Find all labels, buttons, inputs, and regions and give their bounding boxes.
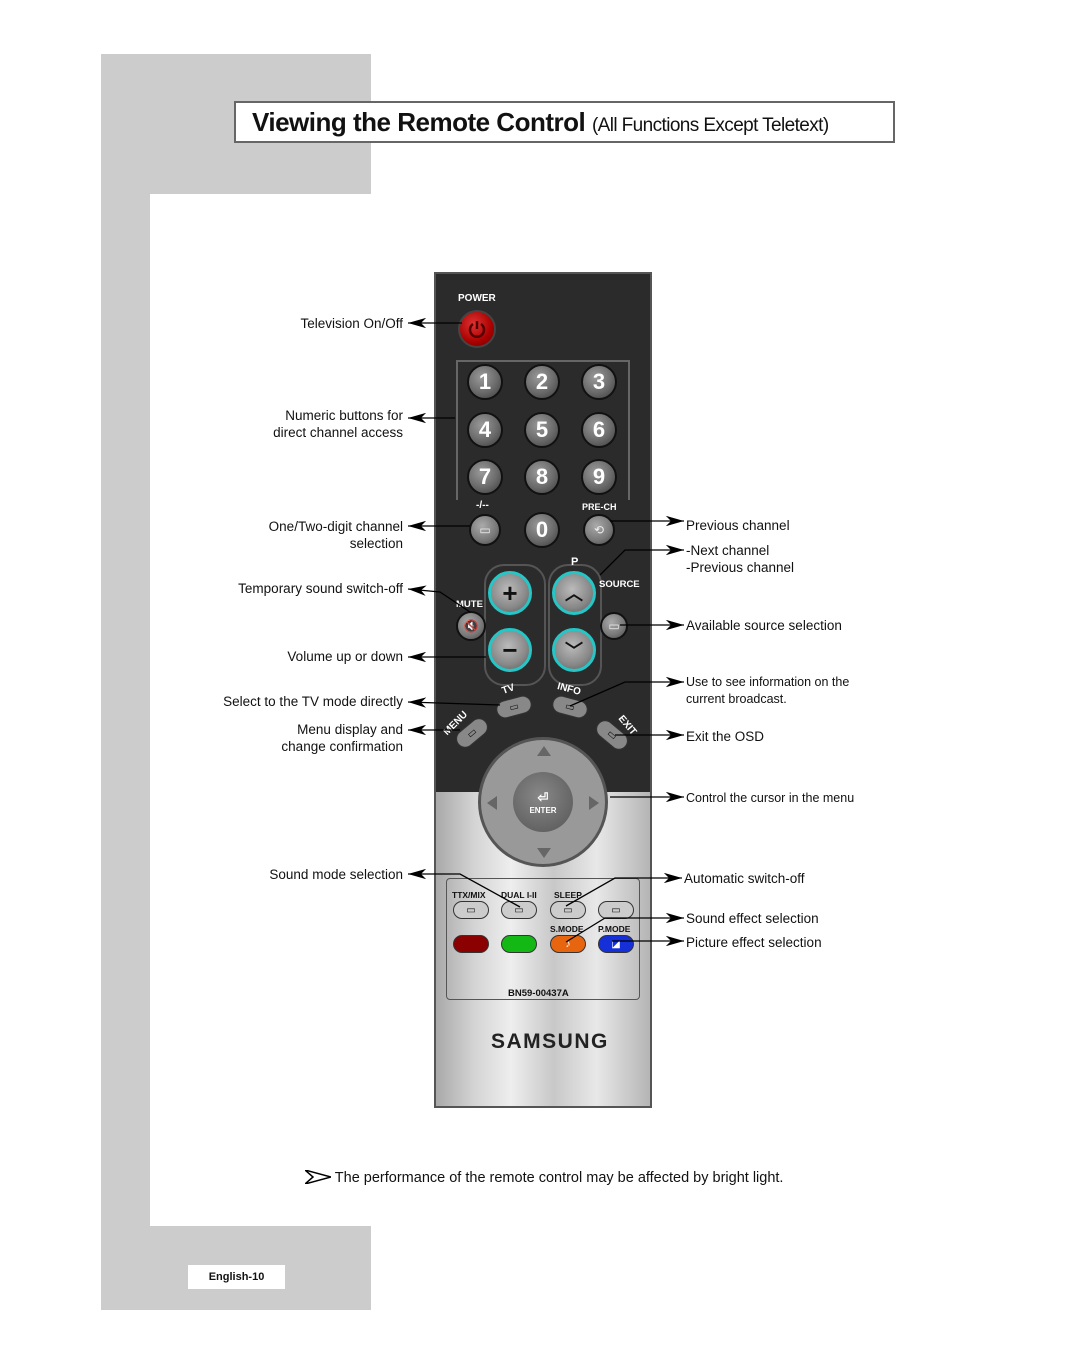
label-numeric: Numeric buttons for direct channel access [273, 408, 403, 440]
mute-button[interactable]: 🔇 [456, 611, 486, 641]
sound-mode-icon: ♪ [565, 938, 571, 950]
picture-mode-icon: ◪ [611, 938, 621, 950]
source-icon: ▭ [608, 619, 620, 633]
tv-icon: ▭ [508, 700, 520, 714]
digit-8-button[interactable]: 8 [524, 459, 560, 495]
model-number: BN59-00437A [508, 988, 569, 999]
digit-5-button[interactable]: 5 [524, 412, 560, 448]
nav-up-button[interactable] [537, 746, 551, 756]
label-picture-effect: Picture effect selection [686, 935, 822, 950]
ttx-mix-button[interactable]: ▭ [453, 901, 489, 919]
digit-6-button[interactable]: 6 [581, 412, 617, 448]
channel-down-button[interactable]: ﹀ [552, 628, 596, 672]
title-subtitle: (All Functions Except Teletext) [591, 115, 829, 136]
digit-2-button[interactable]: 2 [524, 364, 560, 400]
dual-button[interactable]: ▭ [501, 901, 537, 919]
digit-toggle-icon: ▭ [479, 523, 491, 537]
green-button[interactable] [501, 935, 537, 953]
page-number: English-10 [188, 1265, 285, 1289]
power-button[interactable] [458, 310, 496, 348]
exit-icon: ▭ [604, 727, 620, 743]
label-tv: Select to the TV mode directly [223, 694, 403, 709]
label-mute: Temporary sound switch-off [238, 581, 403, 596]
label-menu: Menu display and change confirmation [281, 722, 403, 754]
power-label: POWER [458, 293, 496, 304]
power-icon [468, 321, 486, 338]
teletext-size-button[interactable]: ▭ [598, 901, 634, 919]
volume-up-button[interactable]: + [488, 571, 532, 615]
digit-0-button[interactable]: 0 [524, 512, 560, 548]
pre-ch-button[interactable]: ⟲ [583, 514, 615, 546]
nav-down-button[interactable] [537, 848, 551, 858]
menu-icon: ▭ [464, 725, 480, 741]
brand-logo: SAMSUNG [491, 1030, 609, 1053]
enter-button[interactable]: ⏎ ENTER [513, 772, 573, 832]
mute-icon: 🔇 [463, 619, 479, 633]
digit-1-button[interactable]: 1 [467, 364, 503, 400]
digit-toggle-label: -/-- [476, 500, 489, 511]
note-text: The performance of the remote control ma… [334, 1170, 784, 1186]
p-mode-button[interactable]: ◪ [598, 935, 634, 953]
digit-4-button[interactable]: 4 [467, 412, 503, 448]
source-label: SOURCE [599, 579, 640, 590]
dual-icon: ▭ [514, 904, 524, 916]
label-channel: -Next channel -Previous channel [686, 543, 795, 575]
p-mode-label: P.MODE [598, 924, 631, 934]
red-button[interactable] [453, 935, 489, 953]
chevron-up-icon: ︿ [565, 584, 583, 604]
remote-control: POWER 1 2 3 4 5 6 7 8 9 -/-- ▭ 0 PRE-CH … [434, 272, 652, 1108]
source-button[interactable]: ▭ [600, 612, 628, 640]
note: The performance of the remote control ma… [304, 1169, 784, 1186]
nav-right-button[interactable] [589, 796, 599, 810]
digit-toggle-button[interactable]: ▭ [469, 514, 501, 546]
sleep-icon: ▭ [563, 904, 573, 916]
digit-3-button[interactable]: 3 [581, 364, 617, 400]
label-cursor: Control the cursor in the menu [686, 791, 855, 805]
sleep-button[interactable]: ▭ [550, 901, 586, 919]
page-title: Viewing the Remote Control (All Function… [252, 107, 829, 138]
title-main-text: Viewing the Remote Control [252, 107, 586, 137]
label-source: Available source selection [686, 618, 842, 633]
navigation-pad: ⏎ ENTER [478, 737, 608, 867]
label-pre-ch: Previous channel [686, 518, 790, 533]
label-volume: Volume up or down [287, 649, 403, 664]
sleep-label: SLEEP [554, 890, 582, 900]
page-decoration-side [101, 194, 150, 1226]
page-title-box: Viewing the Remote Control (All Function… [234, 101, 895, 143]
label-sleep: Automatic switch-off [684, 871, 805, 886]
return-icon: ⟲ [593, 523, 605, 537]
ttx-icon: ▭ [466, 904, 476, 916]
channel-up-button[interactable]: ︿ [552, 571, 596, 615]
s-mode-label: S.MODE [550, 924, 584, 934]
label-exit: Exit the OSD [686, 729, 765, 744]
label-info: Use to see information on the current bro… [686, 675, 850, 706]
label-power: Television On/Off [300, 316, 403, 331]
note-arrow-icon [304, 1169, 334, 1185]
pre-ch-label: PRE-CH [582, 502, 617, 512]
digit-9-button[interactable]: 9 [581, 459, 617, 495]
channel-label: P [571, 556, 579, 568]
size-icon: ▭ [611, 904, 621, 916]
volume-down-button[interactable]: − [488, 628, 532, 672]
mute-label: MUTE [456, 599, 483, 610]
label-sound-mode: Sound mode selection [269, 867, 403, 882]
nav-left-button[interactable] [487, 796, 497, 810]
enter-icon: ⏎ [537, 789, 549, 805]
info-icon: ▭ [564, 700, 576, 714]
s-mode-button[interactable]: ♪ [550, 935, 586, 953]
label-sound-effect: Sound effect selection [686, 911, 819, 926]
chevron-down-icon: ﹀ [565, 641, 583, 661]
ttx-mix-label: TTX/MIX [452, 890, 486, 900]
digit-7-button[interactable]: 7 [467, 459, 503, 495]
enter-label: ENTER [529, 805, 557, 815]
label-digit-toggle: One/Two-digit channel selection [268, 519, 403, 551]
dual-label: DUAL I-II [501, 890, 537, 900]
